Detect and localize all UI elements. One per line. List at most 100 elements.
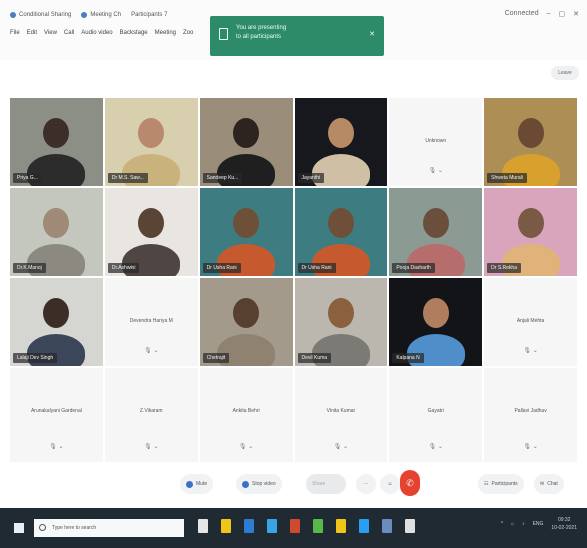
menu-call[interactable]: Call <box>64 30 74 36</box>
windows-start-icon[interactable] <box>14 523 24 533</box>
microphone-muted-icon: 🎙 ⌄ <box>238 444 254 450</box>
close-window-button[interactable]: ✕ <box>573 10 579 18</box>
clock[interactable]: 09:32 10-02-2021 <box>551 516 577 532</box>
participant-name: Gayatri <box>427 408 444 414</box>
participant-tile[interactable]: Dr Usha Rani <box>294 188 388 276</box>
tab-label: Meeting Ch <box>90 12 122 18</box>
participant-tile[interactable]: Chetrajit <box>199 278 293 366</box>
participant-name-tag: Dr S.Rekha <box>487 263 521 273</box>
volume-icon[interactable]: ♪ <box>522 521 525 527</box>
screen-share-icon <box>219 28 228 40</box>
tray-chevron-icon[interactable]: ^ <box>501 521 503 527</box>
close-icon[interactable]: ✕ <box>369 30 375 38</box>
minimize-button[interactable]: – <box>547 10 551 18</box>
participant-tile[interactable]: Dr.Ashwini <box>104 188 198 276</box>
participant-tile[interactable]: Z.Vikaram 🎙 ⌄ <box>104 368 198 462</box>
participant-tile[interactable]: Dr Usha Rani <box>199 188 293 276</box>
menu-audio-video[interactable]: Audio video <box>81 30 112 36</box>
more-icon: ⋯ <box>363 481 369 487</box>
tab-participants[interactable]: Participants 7 <box>131 12 167 18</box>
participant-name-tag: Dr Usha Rani <box>202 263 241 273</box>
participant-name: Arunakalyani Gardenal <box>30 408 82 414</box>
participant-name-tag: Dr.Ashwini <box>107 263 140 273</box>
end-call-button[interactable]: ✆ <box>400 470 420 496</box>
participant-tile[interactable]: Dr S.Rekha <box>484 188 577 276</box>
participant-tile[interactable]: Ankita Behri 🎙 ⌄ <box>199 368 293 462</box>
taskbar-app-icon[interactable] <box>405 519 415 533</box>
mute-button[interactable]: Mute <box>180 474 214 494</box>
participant-video-face <box>233 118 260 148</box>
taskbar-search-input[interactable]: Type here to search <box>34 519 184 537</box>
participant-tile[interactable]: Pallavi Jadhav 🎙 ⌄ <box>484 368 577 462</box>
menu-meeting[interactable]: Meeting <box>155 30 176 36</box>
taskbar-app-icon[interactable] <box>359 519 369 533</box>
chat-label: Chat <box>547 481 558 487</box>
window-controls: Connected – ▢ ✕ <box>505 10 579 18</box>
participant-tile[interactable]: Gayatri 🎙 ⌄ <box>389 368 483 462</box>
participants-button[interactable]: ☷ Participants <box>478 474 524 494</box>
system-tray: ^ ⌂ ♪ ENG 09:32 10-02-2021 <box>501 516 577 532</box>
participant-tile[interactable]: Dr M.S. Saw... <box>104 98 198 186</box>
stop-video-button[interactable]: Stop video <box>236 474 282 494</box>
taskbar-app-icon[interactable] <box>198 519 208 533</box>
microphone-muted-icon: 🎙 ⌄ <box>428 444 443 450</box>
participant-tile[interactable]: Devendra Hariya M 🎙 ⌄ <box>104 278 198 366</box>
participant-name-tag: Dr Usha Rani <box>297 263 336 273</box>
taskbar-app-icon[interactable] <box>290 519 300 533</box>
people-icon: ☷ <box>484 481 489 487</box>
taskbar-app-icon[interactable] <box>382 519 392 533</box>
network-icon[interactable]: ⌂ <box>511 521 514 527</box>
share-button[interactable]: Share <box>306 474 346 494</box>
chat-button[interactable]: ✉ Chat <box>534 474 564 494</box>
chat-icon <box>81 12 88 18</box>
participant-tile[interactable]: Arunakalyani Gardenal 🎙 ⌄ <box>10 368 103 462</box>
reactions-button[interactable]: ☺ <box>380 474 400 494</box>
taskbar-app-icon[interactable] <box>336 519 346 533</box>
language-indicator[interactable]: ENG <box>533 521 544 527</box>
participant-tile[interactable]: Devil Kuma <box>294 278 388 366</box>
participant-tile[interactable]: Anjali Mehta 🎙 ⌄ <box>484 278 577 366</box>
participants-label: Participants <box>491 481 518 487</box>
pinned-apps <box>198 519 415 533</box>
taskbar-app-icon[interactable] <box>244 519 254 533</box>
participant-name-tag: Dr.K.Manoj <box>13 263 46 273</box>
participant-tile[interactable]: Dr.K.Manoj <box>10 188 103 276</box>
tab-conditional-sharing[interactable]: Conditional Sharing <box>10 12 71 18</box>
participant-name-tag: Dr M.S. Saw... <box>107 173 148 183</box>
participant-tile[interactable]: Shweta Murali <box>484 98 577 186</box>
participant-tile[interactable]: Jayanthi <box>294 98 388 186</box>
video-meeting-window: Conditional Sharing Meeting Ch Participa… <box>0 0 587 548</box>
taskbar-app-icon[interactable] <box>221 519 231 533</box>
more-options-button[interactable]: ⋯ <box>356 474 376 494</box>
mute-label: Mute <box>196 481 208 487</box>
menu-zoom[interactable]: Zoo <box>183 30 193 36</box>
participant-video-face <box>327 208 354 238</box>
participant-tile[interactable]: Unknown 🎙 ⌄ <box>389 98 483 186</box>
tab-meeting-chat[interactable]: Meeting Ch <box>81 12 121 18</box>
participant-name: Anjali Mehta <box>516 318 545 324</box>
participant-tile[interactable]: Vinita Kumar 🎙 ⌄ <box>294 368 388 462</box>
os-taskbar: Type here to search ^ ⌂ ♪ ENG 09:32 10-0… <box>0 508 587 548</box>
participant-video-face <box>422 298 449 328</box>
menu-edit[interactable]: Edit <box>27 30 37 36</box>
tab-label: Conditional Sharing <box>19 12 72 18</box>
participant-name-tag: Lalaji Dev Singh <box>13 353 58 363</box>
menu-file[interactable]: File <box>10 30 20 36</box>
participant-name-tag: Shweta Murali <box>487 173 527 183</box>
maximize-button[interactable]: ▢ <box>559 10 566 18</box>
menu-view[interactable]: View <box>44 30 57 36</box>
menu-backstage[interactable]: Backstage <box>120 30 148 36</box>
participant-tile[interactable]: Priya G... <box>10 98 103 186</box>
leave-button[interactable]: Leave <box>551 66 579 80</box>
participant-video-face <box>517 208 544 238</box>
participant-tile[interactable]: Lalaji Dev Singh <box>10 278 103 366</box>
taskbar-app-icon[interactable] <box>267 519 277 533</box>
participant-name-tag: Sandeep Ku... <box>202 173 243 183</box>
participant-tile[interactable]: Kalpana N <box>389 278 483 366</box>
microphone-muted-icon: 🎙 ⌄ <box>144 348 159 354</box>
participant-video-face <box>138 118 165 148</box>
participant-tile[interactable]: Sandeep Ku... <box>199 98 293 186</box>
taskbar-app-icon[interactable] <box>313 519 323 533</box>
participant-tile[interactable]: Pooja Dasharth <box>389 188 483 276</box>
participant-video-face <box>422 208 449 238</box>
